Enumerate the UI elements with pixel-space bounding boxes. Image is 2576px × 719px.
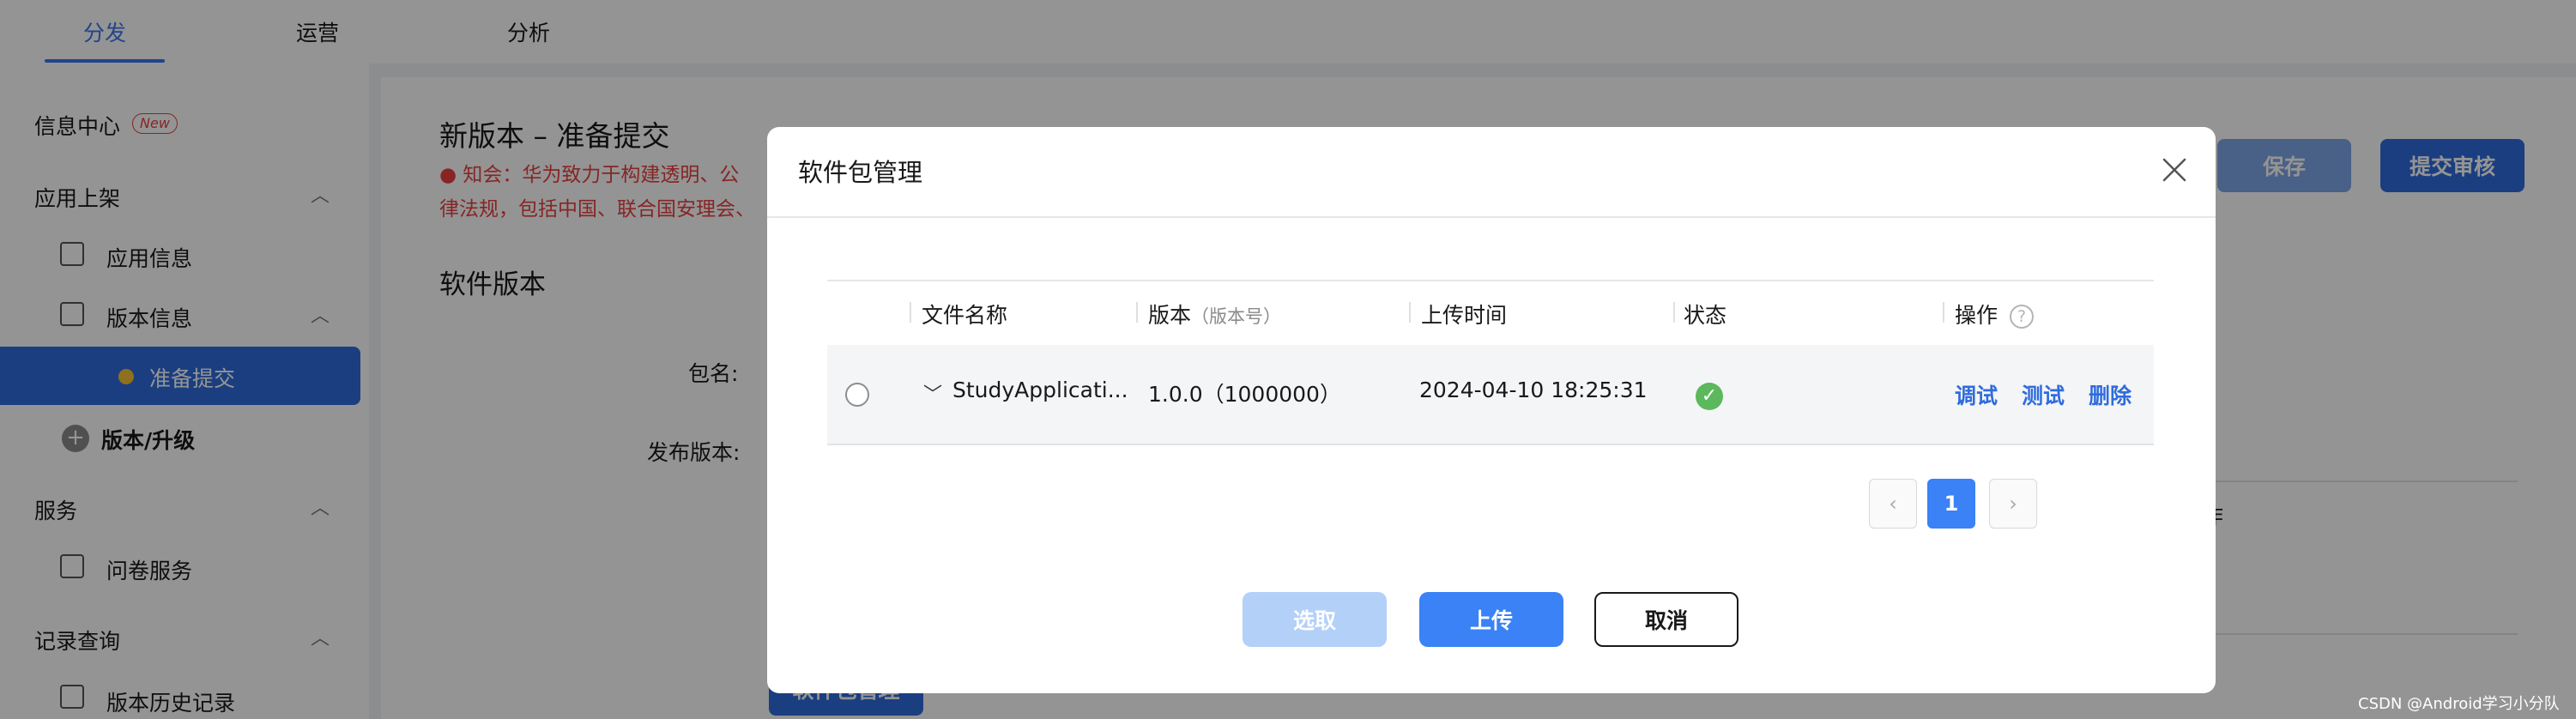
column-separator: [1409, 302, 1411, 323]
dialog-header-divider: [767, 216, 2216, 218]
dialog-title: 软件包管理: [798, 158, 923, 187]
column-separator: [910, 302, 911, 323]
close-icon[interactable]: [2157, 153, 2192, 187]
version-cell: 1.0.0（1000000）: [1148, 382, 1341, 407]
watermark: CSDN @Android学习小分队: [2358, 695, 2560, 713]
column-separator: [1943, 302, 1944, 323]
row-select-radio[interactable]: [845, 383, 869, 407]
package-management-dialog: 软件包管理 文件名称 版本（版本号） 上传时间 状态 操作? ﹀ StudyAp…: [767, 127, 2216, 693]
column-header-version: 版本（版本号）: [1148, 303, 1282, 328]
pagination-next-button[interactable]: ›: [1989, 479, 2037, 529]
chevron-down-icon[interactable]: ﹀: [923, 379, 942, 407]
table-row-border: [827, 444, 2154, 445]
file-name-cell: StudyApplicati...: [952, 378, 1128, 402]
help-icon[interactable]: ?: [2010, 305, 2035, 329]
pagination-prev-button[interactable]: ‹: [1869, 479, 1917, 529]
column-header-actions: 操作?: [1955, 299, 2035, 329]
column-header-status: 状态: [1684, 303, 1727, 328]
debug-link[interactable]: 调试: [1955, 379, 1998, 410]
upload-button[interactable]: 上传: [1419, 592, 1563, 647]
upload-time-cell: 2024-04-10 18:25:31: [1419, 378, 1648, 402]
column-separator: [1136, 302, 1138, 323]
test-link[interactable]: 测试: [2022, 379, 2065, 410]
column-separator: [1673, 302, 1675, 323]
column-header-upload-time: 上传时间: [1421, 303, 1508, 328]
table-top-border: [827, 280, 2154, 281]
cancel-button[interactable]: 取消: [1594, 592, 1738, 647]
delete-link[interactable]: 删除: [2089, 379, 2132, 410]
check-circle-icon: ✓: [1696, 383, 1723, 410]
select-button[interactable]: 选取: [1243, 592, 1387, 647]
column-header-file-name: 文件名称: [922, 303, 1008, 328]
pagination-current-page[interactable]: 1: [1927, 479, 1975, 529]
